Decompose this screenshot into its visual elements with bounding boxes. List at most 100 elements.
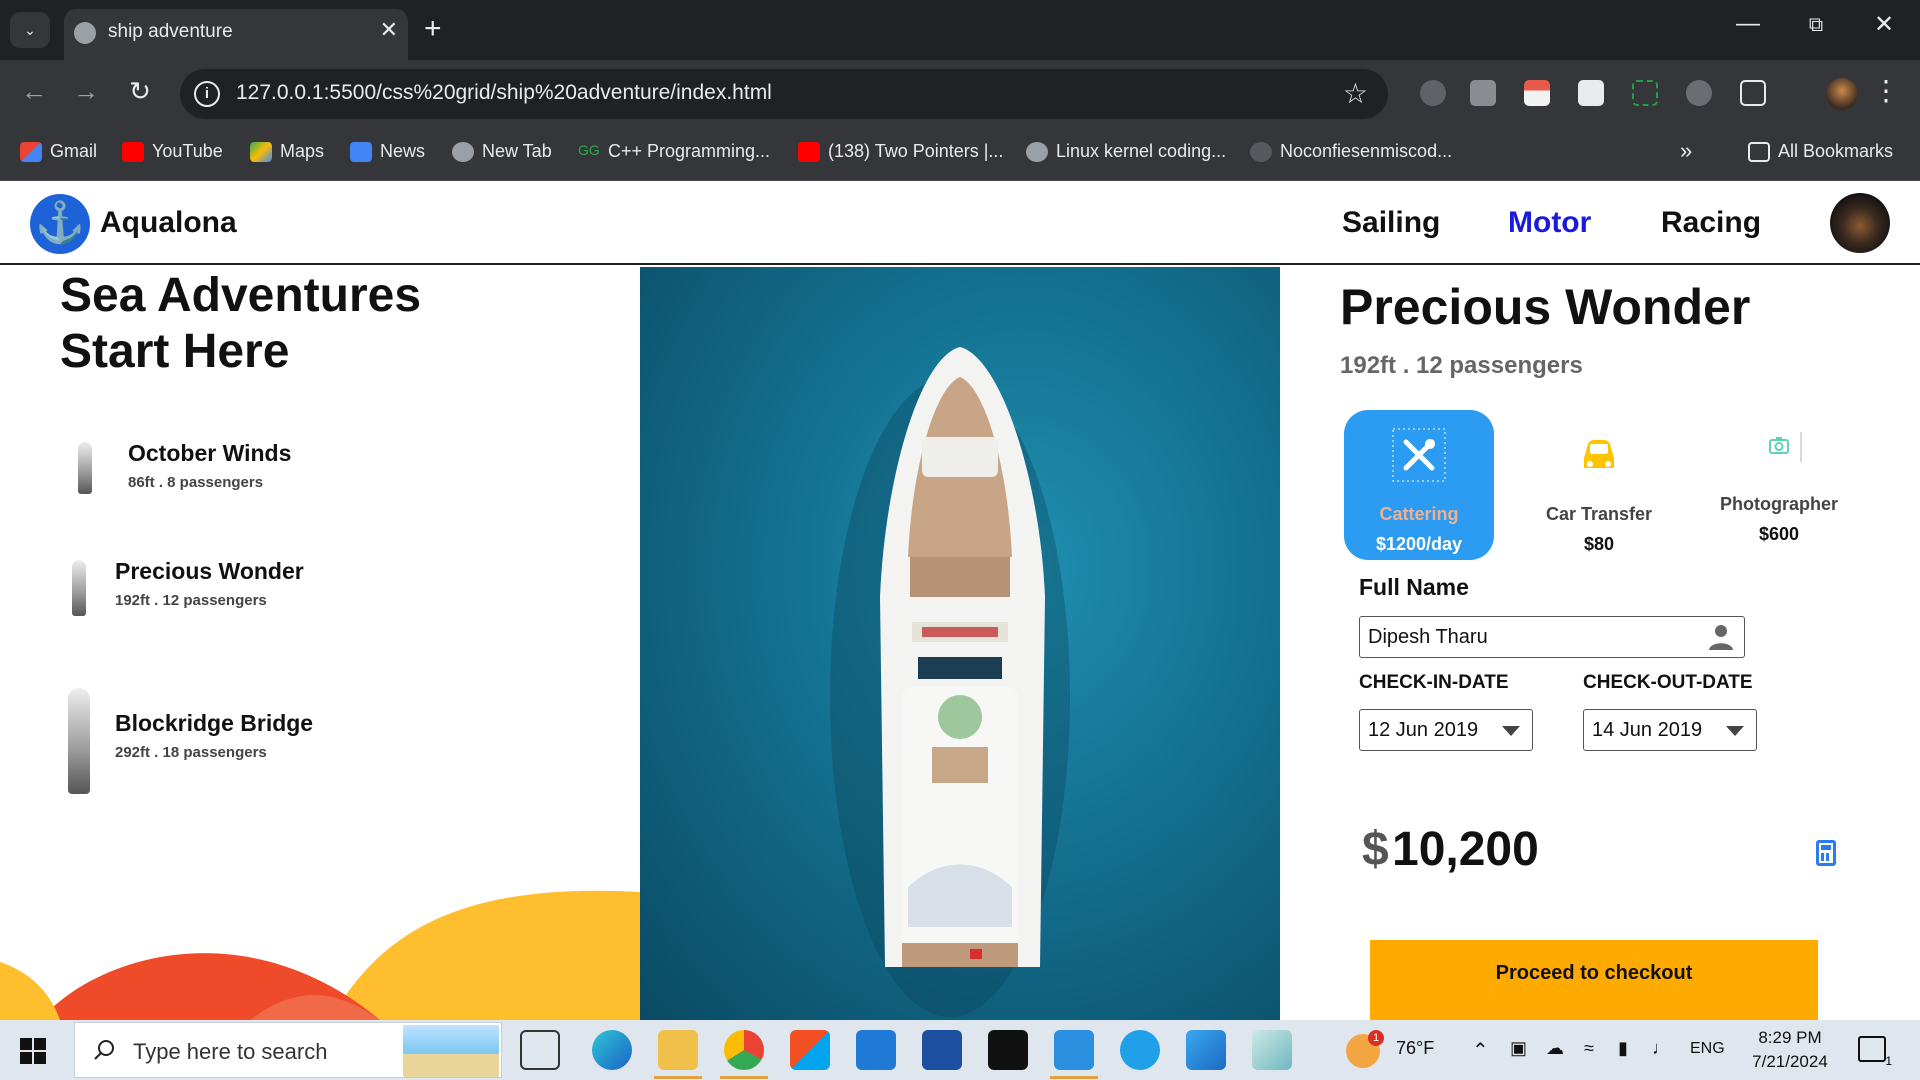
car-icon xyxy=(1584,440,1614,468)
task-view-icon[interactable] xyxy=(520,1030,560,1070)
service-photographer[interactable]: Photographer $600 xyxy=(1704,400,1854,550)
ship-meta: 192ft . 12 passengers xyxy=(115,592,267,609)
ship-name: October Winds xyxy=(128,440,292,466)
system-clock[interactable]: 8:29 PM 7/21/2024 xyxy=(1740,1026,1840,1074)
screenshot-extension-icon[interactable] xyxy=(1632,80,1658,106)
full-name-input[interactable] xyxy=(1368,623,1688,651)
minimize-button[interactable]: — xyxy=(1728,10,1768,38)
bookmarks-bar: Gmail YouTube Maps News New Tab GG C++ P… xyxy=(0,128,1920,181)
network-cloud-icon[interactable]: ☁ xyxy=(1546,1038,1564,1059)
bookmark-star-icon[interactable]: ☆ xyxy=(1343,77,1368,110)
mail-icon[interactable] xyxy=(856,1030,896,1070)
active-indicator xyxy=(1050,1076,1098,1079)
address-bar[interactable]: i 127.0.0.1:5500/css%20grid/ship%20adven… xyxy=(180,69,1388,119)
chrome-icon[interactable] xyxy=(724,1030,764,1070)
dropper-extension-icon[interactable] xyxy=(1686,80,1712,106)
device-icon[interactable]: ▣ xyxy=(1510,1038,1527,1059)
skype-icon[interactable] xyxy=(1120,1030,1160,1070)
restore-button[interactable]: ⧉ xyxy=(1796,14,1836,37)
youtube-icon xyxy=(798,141,820,162)
bookmark-new-tab[interactable]: New Tab xyxy=(452,141,552,162)
reload-button[interactable]: ↻ xyxy=(122,76,158,107)
tab-search-button[interactable]: ⌄ xyxy=(10,12,50,48)
checkout-date-select[interactable]: 14 Jun 2019 xyxy=(1583,709,1757,751)
checkin-date-select[interactable]: 12 Jun 2019 xyxy=(1359,709,1533,751)
photos-icon[interactable] xyxy=(1186,1030,1226,1070)
snip-tool-icon[interactable] xyxy=(1252,1030,1292,1070)
more-bookmarks-button[interactable]: » xyxy=(1680,138,1692,164)
news-icon xyxy=(350,141,372,162)
bookmark-maps[interactable]: Maps xyxy=(250,141,324,162)
weather-temperature[interactable]: 76°F xyxy=(1396,1038,1434,1059)
bookmark-gmail[interactable]: Gmail xyxy=(20,141,97,162)
profile-avatar[interactable] xyxy=(1826,78,1858,110)
bookmark-github[interactable]: Noconfiesenmiscod... xyxy=(1250,141,1452,162)
calculator-icon[interactable] xyxy=(1816,840,1836,866)
service-price: $80 xyxy=(1583,534,1615,554)
taskbar-search-placeholder: Type here to search xyxy=(133,1039,328,1064)
chevron-up-icon[interactable]: ⌃ xyxy=(1472,1038,1489,1063)
site-info-icon[interactable]: i xyxy=(194,81,220,107)
full-name-field[interactable] xyxy=(1359,616,1745,658)
checkin-date-value: 12 Jun 2019 xyxy=(1368,719,1479,741)
language-indicator[interactable]: ENG xyxy=(1690,1040,1725,1058)
active-indicator xyxy=(720,1076,768,1079)
bookmark-youtube[interactable]: YouTube xyxy=(122,141,223,162)
ship-detail-title: Precious Wonder xyxy=(1340,279,1751,335)
new-tab-button[interactable]: + xyxy=(424,12,442,46)
forward-button[interactable]: → xyxy=(68,76,104,107)
user-avatar[interactable] xyxy=(1830,193,1890,253)
decorative-waves xyxy=(0,890,640,1020)
close-tab-icon[interactable]: ✕ xyxy=(380,17,398,43)
camera-extension-icon[interactable] xyxy=(1470,80,1496,106)
volume-icon[interactable]: ♩ xyxy=(1652,1038,1670,1059)
nav-sailing[interactable]: Sailing xyxy=(1342,206,1440,240)
nav-motor[interactable]: Motor xyxy=(1508,206,1591,240)
extension-icon[interactable] xyxy=(1420,80,1446,106)
dropbox-icon[interactable] xyxy=(988,1030,1028,1070)
battery-icon[interactable]: ▮ xyxy=(1618,1038,1628,1059)
proceed-to-checkout-button[interactable]: Proceed to checkout xyxy=(1370,940,1818,1020)
service-label: Car Transfer xyxy=(1545,504,1653,524)
menu-kebab-icon[interactable]: ⋮ xyxy=(1872,74,1900,107)
windows-start-icon[interactable] xyxy=(20,1038,46,1064)
service-price: $600 xyxy=(1758,524,1800,544)
booking-icon[interactable] xyxy=(922,1030,962,1070)
weather-badge: 1 xyxy=(1368,1030,1384,1046)
service-car-transfer[interactable]: Car Transfer $80 xyxy=(1524,410,1674,560)
bookmark-linux-kernel[interactable]: Linux kernel coding... xyxy=(1026,141,1226,162)
notification-center-icon[interactable]: 1 xyxy=(1858,1036,1892,1068)
hero-title-line2: Start Here xyxy=(60,325,290,378)
wifi-icon[interactable]: ≈ xyxy=(1584,1038,1594,1059)
taskbar-search-box[interactable]: Type here to search xyxy=(74,1022,502,1078)
dropdown-caret-icon xyxy=(1502,726,1520,736)
bookmark-two-pointers[interactable]: (138) Two Pointers |... xyxy=(798,141,1003,162)
color-extension-icon[interactable] xyxy=(1524,80,1550,106)
close-window-button[interactable]: ✕ xyxy=(1864,10,1904,39)
nav-racing[interactable]: Racing xyxy=(1661,206,1761,240)
search-icon xyxy=(94,1040,114,1060)
bookmark-news[interactable]: News xyxy=(350,141,425,162)
url-text: 127.0.0.1:5500/css%20grid/ship%20adventu… xyxy=(236,81,772,104)
file-explorer-icon[interactable] xyxy=(658,1030,698,1070)
extensions-puzzle-icon[interactable] xyxy=(1740,80,1766,106)
all-bookmarks-button[interactable]: All Bookmarks xyxy=(1748,141,1893,162)
gfg-icon: GG xyxy=(578,141,600,158)
text-extension-icon[interactable] xyxy=(1578,80,1604,106)
service-price: $1200/day xyxy=(1375,534,1463,554)
ship-name: Blockridge Bridge xyxy=(115,710,314,736)
bookmark-label: YouTube xyxy=(152,141,223,161)
browser-tab[interactable]: ship adventure ✕ xyxy=(64,9,408,60)
microsoft-store-icon[interactable] xyxy=(790,1030,830,1070)
anchor-logo-icon[interactable]: ⚓ xyxy=(30,194,90,254)
brand-name[interactable]: Aqualona xyxy=(100,206,237,240)
vscode-icon[interactable] xyxy=(1054,1030,1094,1070)
globe-icon xyxy=(452,141,474,162)
bookmark-cpp[interactable]: GG C++ Programming... xyxy=(578,141,770,162)
edge-icon[interactable] xyxy=(592,1030,632,1070)
ship-meta: 86ft . 8 passengers xyxy=(128,474,264,491)
yacht-aerial-photo xyxy=(640,267,1280,1020)
back-button[interactable]: ← xyxy=(16,76,52,107)
bookmark-label: (138) Two Pointers |... xyxy=(828,141,1004,161)
service-catering[interactable]: Cattering $1200/day xyxy=(1344,410,1494,560)
